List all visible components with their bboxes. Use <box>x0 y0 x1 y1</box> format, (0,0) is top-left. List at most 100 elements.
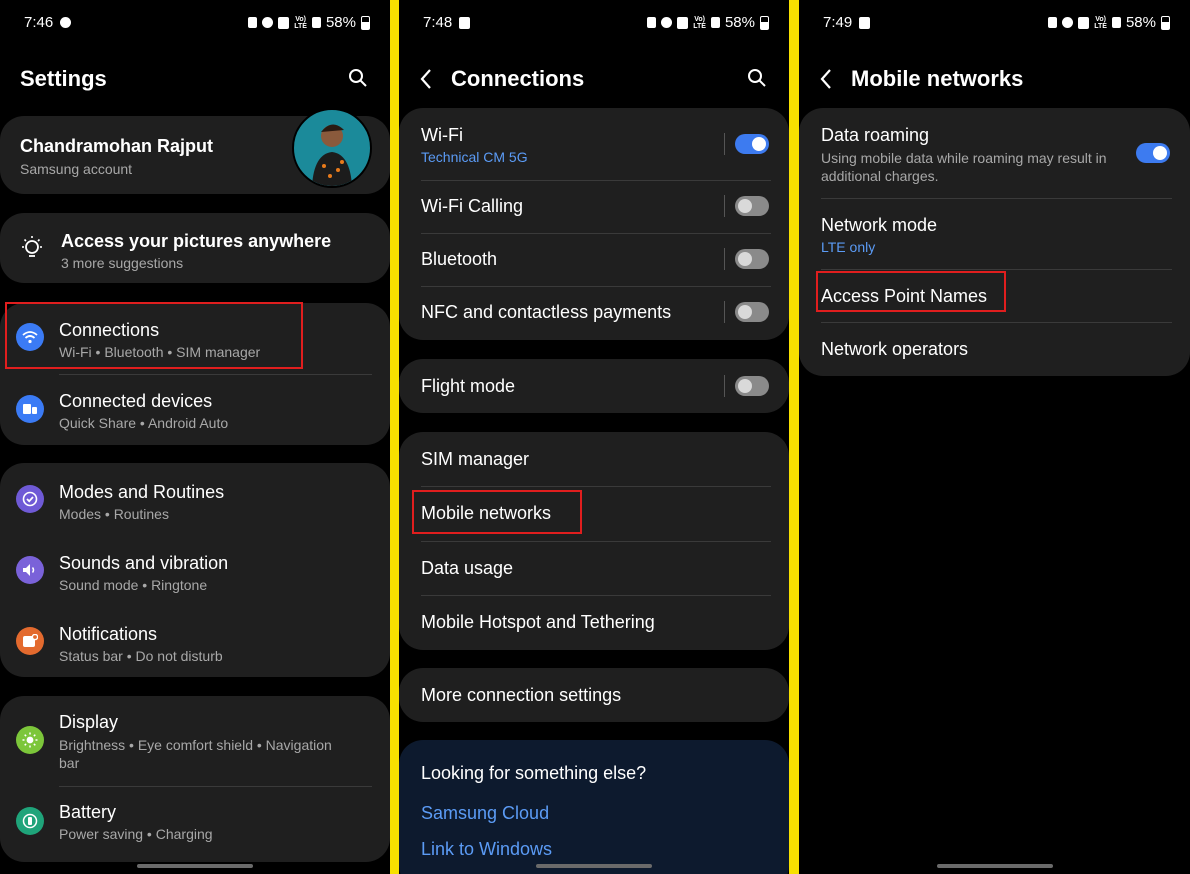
gesture-bar <box>936 864 1053 868</box>
alarm-icon <box>661 17 673 28</box>
avatar-figure <box>312 124 352 186</box>
samsung-cloud-link[interactable]: Samsung Cloud <box>421 803 549 824</box>
alarm-icon <box>262 17 274 28</box>
back-icon[interactable] <box>419 68 433 90</box>
toggle-divider <box>724 248 725 270</box>
wifi-calling-label: Wi-Fi Calling <box>421 196 524 216</box>
suggestion-title: Access your pictures anywhere <box>61 231 332 251</box>
battery-item-icon <box>16 807 44 835</box>
suggestions-card: Looking for something else? Samsung Clou… <box>399 740 789 874</box>
suggestions-title: Looking for something else? <box>421 763 647 783</box>
notification-icon <box>16 627 44 655</box>
battery-sub: Power saving • Charging <box>59 826 213 842</box>
highlight-mobile-networks <box>412 490 582 534</box>
wifi-status-icon <box>1078 16 1090 29</box>
display-label: Display <box>59 712 119 732</box>
volte-icon: Vo) LTE <box>1094 15 1107 30</box>
connected-devices-sub: Quick Share • Android Auto <box>59 415 229 431</box>
connected-devices-item[interactable]: Connected devices Quick Share • Android … <box>0 374 390 445</box>
network-operators-item[interactable]: Network operators <box>799 322 1190 376</box>
gallery-icon <box>459 16 471 29</box>
sounds-label: Sounds and vibration <box>59 553 229 573</box>
link-to-windows-link[interactable]: Link to Windows <box>421 839 552 860</box>
wifi-calling-toggle[interactable] <box>735 196 769 216</box>
account-name: Chandramohan Rajput <box>20 136 214 156</box>
flight-mode-toggle[interactable] <box>735 376 769 396</box>
wifi-network: Technical CM 5G <box>421 149 528 165</box>
display-card: Display Brightness • Eye comfort shield … <box>0 696 390 862</box>
header: Mobile networks <box>799 62 1190 96</box>
battery-percent: 58% <box>1125 14 1156 31</box>
notifications-item[interactable]: Notifications Status bar • Do not distur… <box>0 605 390 677</box>
nfc-toggle[interactable] <box>735 302 769 322</box>
gallery-icon <box>859 16 871 29</box>
gesture-bar <box>137 864 253 868</box>
account-subtitle: Samsung account <box>20 161 133 177</box>
battery-saver-icon <box>248 17 258 28</box>
toggle-divider <box>724 195 725 217</box>
battery-label: Battery <box>59 802 117 822</box>
connections-screen: 7:48 Vo) LTE 58% Connections Wi-Fi Techni… <box>399 0 789 874</box>
wifi-toggle[interactable] <box>735 134 769 154</box>
sim-manager-item[interactable]: SIM manager <box>399 432 789 486</box>
data-roaming-sub-wrap: additional charges. <box>821 168 939 184</box>
toggle-knob <box>738 305 752 319</box>
network-mode-label: Network mode <box>821 215 938 235</box>
more-connection-settings-item[interactable]: More connection settings <box>399 668 789 722</box>
status-time: 7:48 <box>423 14 453 31</box>
avatar[interactable] <box>292 108 372 188</box>
notifications-label: Notifications <box>59 624 158 644</box>
data-roaming-item[interactable]: Data roaming Using mobile data while roa… <box>799 108 1190 198</box>
status-bar: 7:49 Vo) LTE 58% <box>799 12 1190 32</box>
page-title: Settings <box>20 66 107 91</box>
mobile-networks-screen: 7:49 Vo) LTE 58% Mobile networks Data roa… <box>799 0 1190 874</box>
settings-screen: 7:46 Vo) LTE 58% Settings Chandramohan Ra… <box>0 0 390 874</box>
display-item[interactable]: Display Brightness • Eye comfort shield … <box>0 696 390 786</box>
toggle-knob <box>752 137 766 151</box>
back-icon[interactable] <box>819 68 833 90</box>
search-icon[interactable] <box>747 68 767 88</box>
sun-icon <box>16 726 44 754</box>
network-operators-label: Network operators <box>821 339 969 359</box>
data-usage-label: Data usage <box>421 558 514 578</box>
data-roaming-label: Data roaming <box>821 125 930 145</box>
alarm-icon <box>1062 17 1074 28</box>
devices-icon <box>16 395 44 423</box>
network-mode-value: LTE only <box>821 239 876 255</box>
bluetooth-toggle[interactable] <box>735 249 769 269</box>
wifi-status-icon <box>278 16 290 29</box>
hotspot-item[interactable]: Mobile Hotspot and Tethering <box>399 595 789 650</box>
modes-card: Modes and Routines Modes • Routines Soun… <box>0 463 390 677</box>
header: Settings <box>0 62 390 96</box>
nfc-item[interactable]: NFC and contactless payments <box>399 286 789 340</box>
battery-item[interactable]: Battery Power saving • Charging <box>0 786 390 862</box>
connectivity-card: Wi-Fi Technical CM 5G Wi-Fi Calling Blue… <box>399 108 789 340</box>
signal-icon <box>311 17 321 28</box>
status-time: 7:49 <box>823 14 853 31</box>
bluetooth-item[interactable]: Bluetooth <box>399 233 789 286</box>
sounds-item[interactable]: Sounds and vibration Sound mode • Ringto… <box>0 534 390 605</box>
signal-icon <box>1111 17 1121 28</box>
lightbulb-icon <box>22 236 42 257</box>
battery-percent: 58% <box>325 14 356 31</box>
flight-mode-card: Flight mode <box>399 359 789 413</box>
connected-devices-label: Connected devices <box>59 391 213 411</box>
search-icon[interactable] <box>348 68 368 88</box>
modes-sub: Modes • Routines <box>59 506 169 522</box>
battery-saver-icon <box>647 17 657 28</box>
suggestion-card[interactable]: Access your pictures anywhere 3 more sug… <box>0 213 390 283</box>
data-roaming-toggle[interactable] <box>1136 143 1170 163</box>
suggestion-subtitle: 3 more suggestions <box>61 255 184 271</box>
account-card[interactable]: Chandramohan Rajput Samsung account <box>0 108 390 194</box>
flight-mode-item[interactable]: Flight mode <box>399 359 789 413</box>
wifi-calling-item[interactable]: Wi-Fi Calling <box>399 180 789 233</box>
network-mode-item[interactable]: Network mode LTE only <box>799 198 1190 269</box>
data-usage-item[interactable]: Data usage <box>399 541 789 595</box>
toggle-knob <box>738 379 752 393</box>
mobile-networks-card: Data roaming Using mobile data while roa… <box>799 108 1190 376</box>
speaker-icon <box>16 556 44 584</box>
wifi-item[interactable]: Wi-Fi Technical CM 5G <box>399 108 789 180</box>
bluetooth-label: Bluetooth <box>421 249 498 269</box>
display-sub: Brightness • Eye comfort shield • Naviga… <box>59 737 332 753</box>
modes-routines-item[interactable]: Modes and Routines Modes • Routines <box>0 463 390 534</box>
